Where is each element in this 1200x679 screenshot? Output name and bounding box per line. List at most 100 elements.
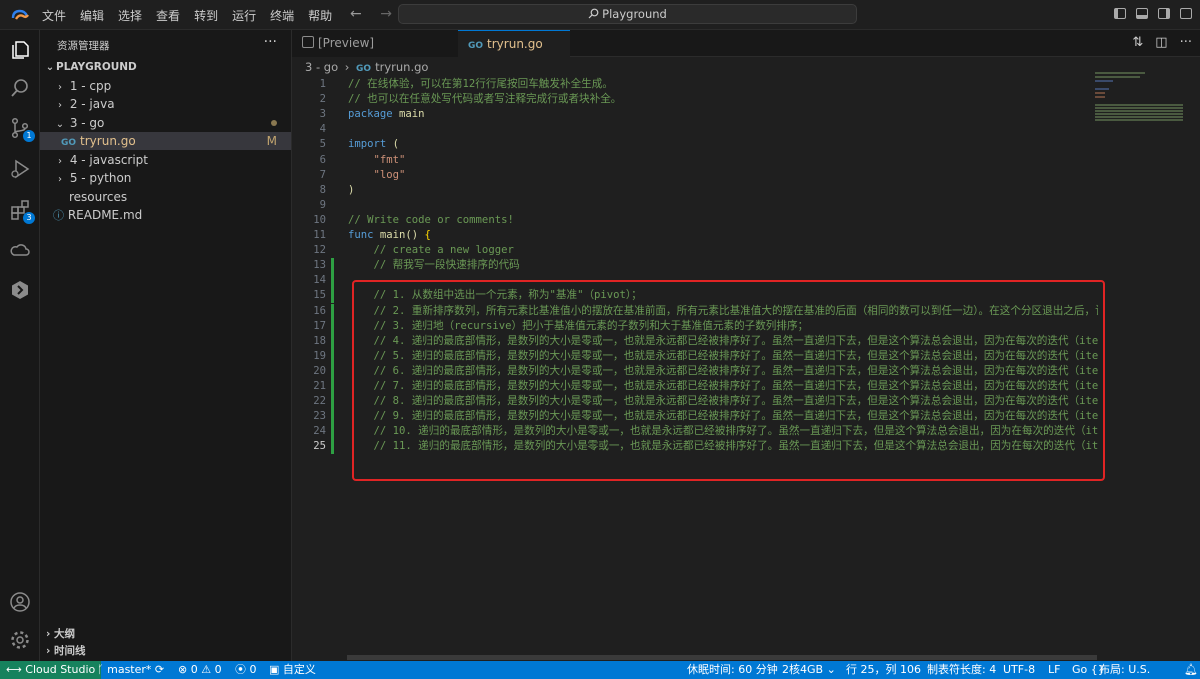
tree-item-label: resources [69,190,128,204]
code-line[interactable]: 2 // 也可以在任意处写代码或者写注释完成行或者块补全。 [292,92,1098,107]
toggle-panel-icon[interactable] [1136,8,1148,19]
code-line[interactable]: 25 // 11. 递归的最底部情形，是数列的大小是零或一，也就是永远都已经被排… [292,439,1098,455]
minimap[interactable] [1095,72,1185,132]
problems-indicator[interactable]: ⊗ 0 ⚠ 0 [178,661,222,679]
code-line[interactable]: 19 // 5. 递归的最底部情形，是数列的大小是零或一，也就是永远都已经被排序… [292,348,1099,364]
tree-item-resources[interactable]: resources [40,188,291,206]
split-editor-icon[interactable]: ◫ [1155,35,1167,50]
ports-indicator[interactable]: ⦿ 0 [235,661,257,679]
code-line[interactable]: 16 // 2. 重新排序数列，所有元素比基准值小的摆放在基准前面，所有元素比基… [292,303,1098,319]
code-line[interactable]: 13 // 帮我写一段快速排序的代码 [292,258,1098,274]
workspace-root[interactable]: ⌄ PLAYGROUND [40,58,291,76]
code-line[interactable]: 20 // 6. 递归的最底部情形，是数列的大小是零或一，也就是永远都已经被排序… [292,363,1099,379]
command-center-search[interactable]: Playground [398,4,857,24]
run-debug-button[interactable] [8,157,32,181]
hexagon-button[interactable] [8,278,32,302]
cursor-position[interactable]: 行 25，列 106 [846,661,921,679]
code-line[interactable]: 1 // 在线体验，可以在第12行行尾按回车触发补全生成。 [292,77,1098,92]
tree-item-readme[interactable]: ⓘ README.md [40,206,291,224]
code-line[interactable]: 10 // Write code or comments! [292,213,1098,228]
code-line[interactable]: 17 // 3. 递归地（recursive）把小于基准值元素的子数列和大于基准… [292,318,1098,334]
line-text: // 5. 递归的最底部情形，是数列的大小是零或一，也就是永远都已经被排序好了。… [348,349,1099,362]
line-number: 19 [313,349,326,362]
code-line[interactable]: 5 import ( [292,137,1098,152]
custom-indicator[interactable]: ▣ 自定义 [269,661,316,679]
menu-terminal[interactable]: 终端 [270,7,294,24]
end-of-line[interactable]: LF [1048,661,1060,679]
account-icon [10,592,30,612]
extensions-button[interactable]: 3 [8,198,35,224]
line-text: // 6. 递归的最底部情形，是数列的大小是零或一，也就是永远都已经被排序好了。… [348,364,1099,377]
line-text: // 10. 递归的最底部情形，是数列的大小是零或一，也就是永远都已经被排序好了… [348,425,1099,438]
menu-file[interactable]: 文件 [42,7,66,24]
accounts-button[interactable] [8,590,32,614]
code-line[interactable]: 8) [292,183,1098,198]
added-line-marker [331,394,334,410]
menu-help[interactable]: 帮助 [308,7,332,24]
back-arrow-icon[interactable]: ← [350,6,362,22]
code-line[interactable]: 9 [292,198,1098,213]
toggle-sidebar-icon[interactable] [1114,8,1126,19]
remote-icon: ⟷ [6,663,22,676]
code-line[interactable]: 11 func main() { [292,228,1098,243]
more-actions-icon[interactable]: ··· [1180,35,1192,50]
code-editor[interactable]: 3 - go › GO tryrun.go 1 // 在线体验，可以在第12行行尾按… [292,57,1200,661]
code-line[interactable]: 6 "fmt" [292,153,1098,168]
more-actions-icon[interactable]: ··· [264,34,277,50]
tree-item-java[interactable]: › 2 - java [40,95,291,113]
line-number: 20 [313,364,326,377]
cloud-studio-logo-icon[interactable] [10,6,30,24]
line-text: "log" [348,168,406,181]
code-line[interactable]: 4 [292,122,1098,137]
menu-run[interactable]: 运行 [232,7,256,24]
tree-item-javascript[interactable]: › 4 - javascript [40,151,291,169]
go-file-icon: GO [356,64,372,74]
menu-go[interactable]: 转到 [194,7,218,24]
source-control-button[interactable]: 1 [8,116,35,142]
toggle-secondary-sidebar-icon[interactable] [1158,8,1170,19]
tree-item-python[interactable]: › 5 - python [40,169,291,187]
outline-section[interactable]: › 大纲 [40,626,292,643]
code-line[interactable]: 21 // 7. 递归的最底部情形，是数列的大小是零或一，也就是永远都已经被排序… [292,379,1098,394]
line-text: // 7. 递归的最底部情形，是数列的大小是零或一，也就是永远都已经被排序好了。… [348,380,1099,392]
line-text: ) [348,183,355,196]
code-line[interactable]: 24 // 10. 递归的最底部情形，是数列的大小是零或一，也就是永远都已经被排… [292,424,1099,440]
cloud-button[interactable] [8,238,32,262]
machine-spec[interactable]: 2核4GB ⌄ [782,661,836,679]
manage-button[interactable] [8,628,32,652]
code-line[interactable]: 7 "log" [292,168,1098,183]
tab-tryrun-go[interactable]: GOtryrun.go M ✕ [458,30,570,80]
menu-edit[interactable]: 编辑 [80,7,104,24]
horizontal-scrollbar[interactable] [347,655,1097,660]
tree-item-tryrun-go[interactable]: GO tryrun.go M [40,132,291,150]
branch-indicator[interactable]: ᚴ master* ⟳ [97,661,164,679]
tree-item-go[interactable]: ⌄ 3 - go [40,114,291,132]
tree-item-cpp[interactable]: › 1 - cpp [40,77,291,95]
tab-size[interactable]: 制表符长度: 4 [927,661,996,679]
line-number: 18 [313,334,326,347]
explorer-button[interactable] [8,38,32,62]
encoding[interactable]: UTF-8 [1003,661,1035,679]
timeline-section[interactable]: › 时间线 [40,643,292,660]
tab-readme-preview[interactable]: [Preview] README.md [292,30,458,77]
menu-view[interactable]: 查看 [156,7,180,24]
search-button[interactable] [8,76,32,100]
code-area[interactable]: 1 // 在线体验，可以在第12行行尾按回车触发补全生成。 2 // 也可以在任意处写… [292,77,1098,657]
code-line[interactable]: 18 // 4. 递归的最底部情形，是数列的大小是零或一，也就是永远都已经被排序… [292,333,1098,349]
forward-arrow-icon[interactable]: → [380,6,392,22]
code-line[interactable]: 3 package main [292,107,1098,122]
breadcrumb-file[interactable]: tryrun.go [375,60,428,74]
code-line[interactable]: 14 [292,273,1098,289]
notifications-bell-icon[interactable]: 🔔︎ [1184,661,1198,679]
open-changes-icon[interactable]: ⇅ [1132,35,1143,50]
code-line[interactable]: 22 // 8. 递归的最底部情形，是数列的大小是零或一，也就是永远都已经被排序… [292,394,1098,410]
code-line[interactable]: 12 // create a new logger [292,243,1098,258]
remote-indicator[interactable]: ⟷ Cloud Studio [0,661,102,679]
code-line[interactable]: 15 // 1. 从数组中选出一个元素，称为"基准"（pivot）； [292,288,1098,304]
idle-time[interactable]: 休眠时间: 60 分钟 [687,661,778,679]
code-line[interactable]: 23 // 9. 递归的最底部情形，是数列的大小是零或一，也就是永远都已经被排序… [292,409,1098,425]
customize-layout-icon[interactable] [1180,8,1192,19]
keyboard-layout[interactable]: 布局: U.S. [1099,661,1150,679]
breadcrumb-folder[interactable]: 3 - go [305,60,338,74]
menu-selection[interactable]: 选择 [118,7,142,24]
